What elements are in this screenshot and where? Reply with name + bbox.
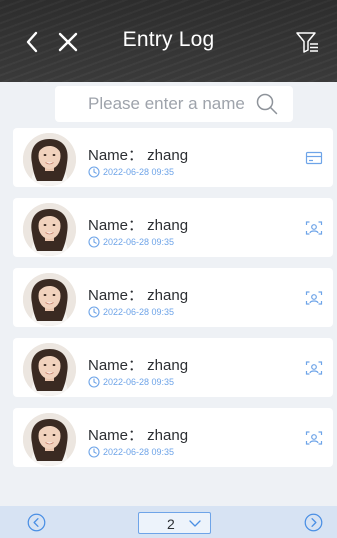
entry-time: 2022-06-28 09:35 <box>103 447 175 457</box>
avatar <box>23 133 76 186</box>
entry-time-row: 2022-06-28 09:35 <box>88 306 174 318</box>
list-item[interactable]: Name： zhang 2022-06-28 09:35 <box>13 268 333 327</box>
search-icon[interactable] <box>255 92 279 116</box>
circle-chevron-left-icon[interactable] <box>27 513 46 532</box>
card-icon <box>305 151 323 165</box>
list-item[interactable]: Name： zhang 2022-06-28 09:35 <box>13 338 333 397</box>
entry-time: 2022-06-28 09:35 <box>103 377 175 387</box>
entry-name: Name： zhang <box>88 427 189 444</box>
page-number: 2 <box>167 516 175 532</box>
chevron-down-icon <box>189 520 201 527</box>
entry-time: 2022-06-28 09:35 <box>103 167 175 177</box>
circle-chevron-right-icon[interactable] <box>304 513 323 532</box>
avatar <box>23 413 76 466</box>
entry-time-row: 2022-06-28 09:35 <box>88 236 174 248</box>
list-item[interactable]: Name： zhang 2022-06-28 09:35 <box>13 128 333 187</box>
entry-name: Name： zhang <box>88 287 189 304</box>
face-scan-icon <box>305 361 323 375</box>
avatar <box>23 273 76 326</box>
entry-name: Name： zhang <box>88 217 189 234</box>
clock-icon <box>88 376 100 388</box>
face-scan-icon <box>305 291 323 305</box>
clock-icon <box>88 446 100 458</box>
clock-icon <box>88 306 100 318</box>
header-bar: Entry Log <box>0 0 337 82</box>
entry-time-row: 2022-06-28 09:35 <box>88 376 174 388</box>
entry-time-row: 2022-06-28 09:35 <box>88 446 174 458</box>
avatar <box>23 343 76 396</box>
pagination-bar: 2 <box>0 506 337 538</box>
entry-list: Name： zhang 2022-06-28 09:35 Name： zhang… <box>13 128 333 478</box>
clock-icon <box>88 166 100 178</box>
entry-time-row: 2022-06-28 09:35 <box>88 166 174 178</box>
avatar <box>23 203 76 256</box>
filter-button[interactable] <box>292 26 322 58</box>
list-item[interactable]: Name： zhang 2022-06-28 09:35 <box>13 408 333 467</box>
entry-time: 2022-06-28 09:35 <box>103 237 175 247</box>
page-select[interactable]: 2 <box>138 512 211 534</box>
clock-icon <box>88 236 100 248</box>
entry-name: Name： zhang <box>88 357 189 374</box>
filter-list-icon <box>296 32 318 53</box>
entry-name: Name： zhang <box>88 147 189 164</box>
face-scan-icon <box>305 221 323 235</box>
search-box <box>55 86 293 122</box>
entry-time: 2022-06-28 09:35 <box>103 307 175 317</box>
search-input[interactable] <box>55 86 255 122</box>
face-scan-icon <box>305 431 323 445</box>
page-title: Entry Log <box>122 28 215 51</box>
list-item[interactable]: Name： zhang 2022-06-28 09:35 <box>13 198 333 257</box>
